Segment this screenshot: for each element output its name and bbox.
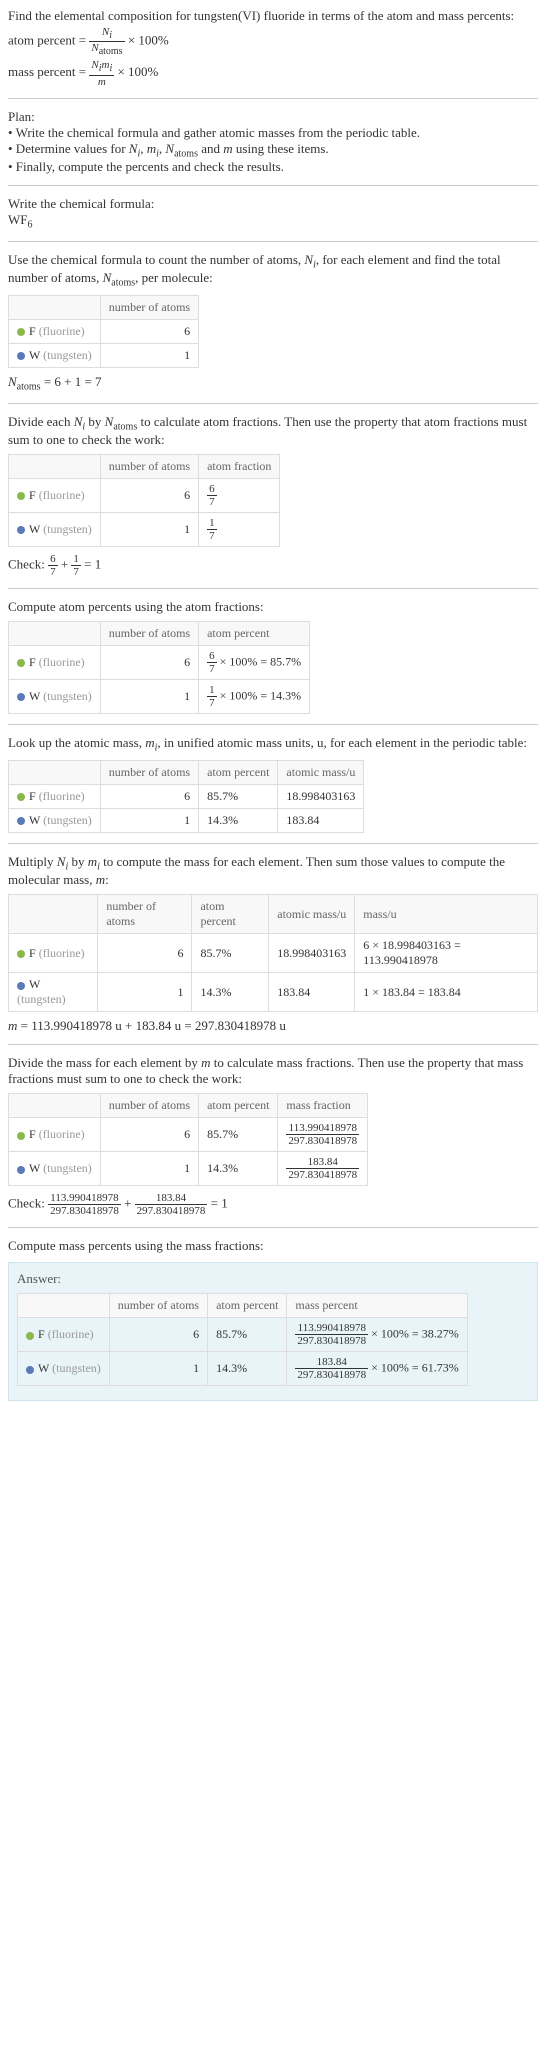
element-dot-icon — [17, 817, 25, 825]
mass-table: number of atomsatom percentatomic mass/u… — [8, 894, 538, 1012]
answer-box: Answer: number of atomsatom percentmass … — [8, 1262, 538, 1401]
check-line: Check: 113.990418978297.830418978 + 183.… — [8, 1192, 538, 1217]
element-dot-icon — [17, 793, 25, 801]
masspct-header: Compute mass percents using the mass fra… — [8, 1238, 538, 1254]
element-dot-icon — [17, 1166, 25, 1174]
divider — [8, 98, 538, 99]
table-row: F (fluorine)685.7%113.990418978297.83041… — [9, 1118, 368, 1152]
element-dot-icon — [26, 1366, 34, 1374]
table-header-row: number of atomsatom percentatomic mass/u — [9, 760, 364, 784]
element-dot-icon — [17, 492, 25, 500]
table-row: W (tungsten)114.3%183.841 × 183.84 = 183… — [9, 973, 538, 1012]
count-atoms: Use the chemical formula to count the nu… — [8, 252, 538, 393]
massfrac-table: number of atomsatom percentmass fraction… — [8, 1093, 368, 1186]
divider — [8, 185, 538, 186]
table-row: F (fluorine)685.7%113.990418978297.83041… — [18, 1318, 468, 1352]
chemical-formula: Write the chemical formula: WF6 — [8, 196, 538, 231]
answer-label: Answer: — [17, 1271, 529, 1287]
multiply-text: Multiply Ni by mi to compute the mass fo… — [8, 854, 538, 889]
plan: Plan: • Write the chemical formula and g… — [8, 109, 538, 176]
table-row: F (fluorine)6 — [9, 319, 199, 343]
formula-header: Write the chemical formula: — [8, 196, 538, 212]
intro: Find the elemental composition for tungs… — [8, 8, 538, 88]
element-dot-icon — [17, 352, 25, 360]
answer-table: number of atomsatom percentmass percent … — [17, 1293, 468, 1386]
atomic-mass-table: number of atomsatom percentatomic mass/u… — [8, 760, 364, 833]
table-row: W (tungsten)114.3%183.84297.830418978 — [9, 1152, 368, 1186]
plan-bullet: • Finally, compute the percents and chec… — [8, 159, 538, 175]
plan-bullet: • Write the chemical formula and gather … — [8, 125, 538, 141]
divider — [8, 403, 538, 404]
table-row: W (tungsten)114.3%183.84297.830418978 × … — [18, 1352, 468, 1386]
atompct-table: number of atomsatom percent F (fluorine)… — [8, 621, 310, 714]
mass-percent-formula: mass percent = Nimi m × 100% — [8, 59, 538, 87]
table-row: F (fluorine)685.7%18.998403163 — [9, 784, 364, 808]
intro-text: Find the elemental composition for tungs… — [8, 8, 538, 24]
atomic-mass: Look up the atomic mass, mi, in unified … — [8, 735, 538, 833]
element-dot-icon — [17, 1132, 25, 1140]
divider — [8, 843, 538, 844]
table-row: W (tungsten)117 × 100% = 14.3% — [9, 680, 310, 714]
col-atoms: number of atoms — [100, 295, 198, 319]
check-line: Check: 67 + 17 = 1 — [8, 553, 538, 578]
table-row: F (fluorine)667 — [9, 479, 280, 513]
element-dot-icon — [26, 1332, 34, 1340]
massfrac-text: Divide the mass for each element by m to… — [8, 1055, 538, 1087]
element-dot-icon — [17, 328, 25, 336]
count-text: Use the chemical formula to count the nu… — [8, 252, 538, 289]
mass-fractions: Divide the mass for each element by m to… — [8, 1055, 538, 1217]
table-header-row: number of atomsatom percentmass percent — [18, 1294, 468, 1318]
atom-percent-formula: atom percent = Ni Natoms × 100% — [8, 26, 538, 57]
fraction: Nimi m — [89, 59, 114, 87]
divider — [8, 1044, 538, 1045]
divider — [8, 588, 538, 589]
table-header-row: number of atomsatom percentatomic mass/u… — [9, 895, 538, 934]
table-row: F (fluorine)667 × 100% = 85.7% — [9, 646, 310, 680]
table-header-row: number of atoms — [9, 295, 199, 319]
molecular-mass-sum: m = 113.990418978 u + 183.84 u = 297.830… — [8, 1018, 538, 1034]
natoms-sum: Natoms = 6 + 1 = 7 — [8, 374, 538, 393]
atoms-table: number of atoms F (fluorine)6 W (tungste… — [8, 295, 199, 368]
mass-percents: Compute mass percents using the mass fra… — [8, 1238, 538, 1254]
table-row: W (tungsten)1 — [9, 343, 199, 367]
divider — [8, 1227, 538, 1228]
element-dot-icon — [17, 693, 25, 701]
plan-header: Plan: — [8, 109, 538, 125]
element-dot-icon — [17, 659, 25, 667]
atompct-header: Compute atom percents using the atom fra… — [8, 599, 538, 615]
element-dot-icon — [17, 982, 25, 990]
atom-fractions: Divide each Ni by Natoms to calculate at… — [8, 414, 538, 579]
divider — [8, 241, 538, 242]
table-row: F (fluorine)685.7%18.9984031636 × 18.998… — [9, 934, 538, 973]
element-dot-icon — [17, 526, 25, 534]
atomic-mass-text: Look up the atomic mass, mi, in unified … — [8, 735, 538, 754]
table-row: W (tungsten)114.3%183.84 — [9, 808, 364, 832]
element-dot-icon — [17, 950, 25, 958]
divider — [8, 724, 538, 725]
plan-bullet: • Determine values for Ni, mi, Natoms an… — [8, 141, 538, 160]
table-row: W (tungsten)117 — [9, 513, 280, 547]
atomfrac-text: Divide each Ni by Natoms to calculate at… — [8, 414, 538, 449]
fraction: Ni Natoms — [89, 26, 124, 57]
table-header-row: number of atomsatom percentmass fraction — [9, 1094, 368, 1118]
table-header-row: number of atomsatom percent — [9, 622, 310, 646]
table-header-row: number of atomsatom fraction — [9, 455, 280, 479]
element-mass: Multiply Ni by mi to compute the mass fo… — [8, 854, 538, 1035]
atom-percents: Compute atom percents using the atom fra… — [8, 599, 538, 714]
formula-value: WF6 — [8, 212, 538, 231]
atomfrac-table: number of atomsatom fraction F (fluorine… — [8, 454, 280, 547]
